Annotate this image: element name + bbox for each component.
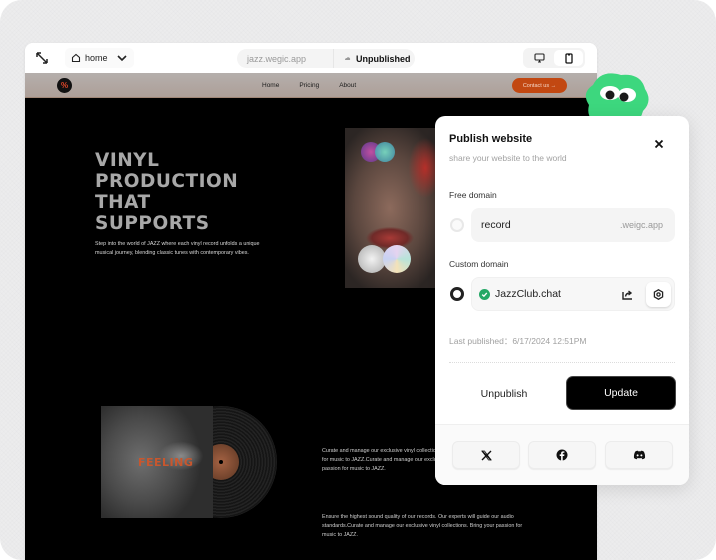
hero-title-line: PRODUCTION [95, 171, 239, 192]
holographic-sticker [375, 142, 395, 162]
hero-title-line: THAT [95, 192, 151, 213]
close-button[interactable] [651, 136, 667, 152]
custom-domain-value: JazzClub.chat [495, 288, 561, 300]
hero-subtitle: Step into the world of JAZZ where each v… [95, 241, 260, 256]
settings-icon [653, 289, 664, 300]
holographic-sticker [358, 245, 386, 273]
facebook-icon [556, 449, 568, 461]
close-icon [654, 139, 664, 149]
divider [449, 362, 675, 363]
page-selector-label: home [85, 53, 108, 63]
vinyl-spindle-hole [219, 460, 223, 464]
contact-us-button[interactable]: Contact us → [512, 78, 567, 93]
mobile-view-button[interactable] [554, 50, 583, 66]
publish-status-text: Unpublished [356, 53, 411, 64]
share-x-button[interactable] [452, 441, 520, 469]
dialog-subtitle: share your website to the world [449, 153, 567, 163]
dialog-title: Publish website [449, 133, 533, 145]
publish-status: Unpublished [334, 54, 411, 64]
x-twitter-icon [480, 450, 492, 460]
free-domain-radio[interactable] [450, 218, 464, 232]
hero-title-line: VINYL [95, 150, 160, 171]
custom-domain-radio[interactable] [450, 287, 464, 301]
unpublish-button[interactable]: Unpublish [451, 377, 557, 410]
mobile-icon [564, 52, 573, 64]
device-toggle [523, 48, 585, 68]
discord-icon [633, 450, 645, 460]
update-button[interactable]: Update [566, 376, 676, 410]
site-navbar: % Home Pricing About Contact us → [25, 73, 597, 98]
custom-domain-field: JazzClub.chat [471, 277, 675, 311]
expand-button[interactable] [35, 51, 49, 65]
album-cover: FEELING [101, 406, 213, 518]
cloud-icon [345, 57, 351, 60]
logo-glyph: % [60, 81, 69, 90]
expand-icon [36, 52, 48, 64]
page-selector[interactable]: home [65, 48, 134, 68]
share-icon [621, 289, 632, 300]
publish-website-dialog: Publish website share your website to th… [435, 116, 689, 485]
hero-title: VINYL PRODUCTION THAT SUPPORTS [95, 150, 238, 234]
nav-about[interactable]: About [339, 82, 356, 89]
free-domain-label: Free domain [449, 190, 497, 200]
home-icon [71, 53, 81, 63]
feature-text-sound-quality: Ensure the highest sound quality of our … [322, 514, 523, 538]
site-url: jazz.wegic.app [247, 53, 307, 64]
share-footer [435, 424, 689, 485]
nav-pricing[interactable]: Pricing [299, 82, 319, 89]
nav-links: Home Pricing About [262, 73, 356, 98]
free-domain-suffix: .weigc.app [619, 220, 663, 230]
preview-toolbar: home jazz.wegic.app Unpublished [25, 43, 597, 73]
domain-settings-button[interactable] [646, 282, 671, 307]
share-facebook-button[interactable] [528, 441, 596, 469]
site-logo[interactable]: % [57, 78, 72, 93]
holographic-sticker [383, 245, 411, 273]
hero-title-line: SUPPORTS [95, 213, 210, 234]
share-discord-button[interactable] [605, 441, 673, 469]
nav-home[interactable]: Home [262, 82, 279, 89]
hero-image [345, 128, 440, 288]
verified-check-icon [479, 289, 490, 300]
album-title: FEELING [138, 456, 194, 469]
chevron-down-icon [116, 55, 127, 62]
free-domain-input[interactable]: record [481, 219, 511, 231]
open-link-button[interactable] [620, 287, 634, 301]
free-domain-field[interactable]: record .weigc.app [471, 208, 675, 242]
custom-domain-label: Custom domain [449, 259, 509, 269]
last-published: Last published：6/17/2024 12:51PM [449, 336, 587, 346]
desktop-view-button[interactable] [525, 50, 554, 66]
url-bar[interactable]: jazz.wegic.app Unpublished [237, 49, 415, 68]
desktop-icon [534, 53, 545, 63]
